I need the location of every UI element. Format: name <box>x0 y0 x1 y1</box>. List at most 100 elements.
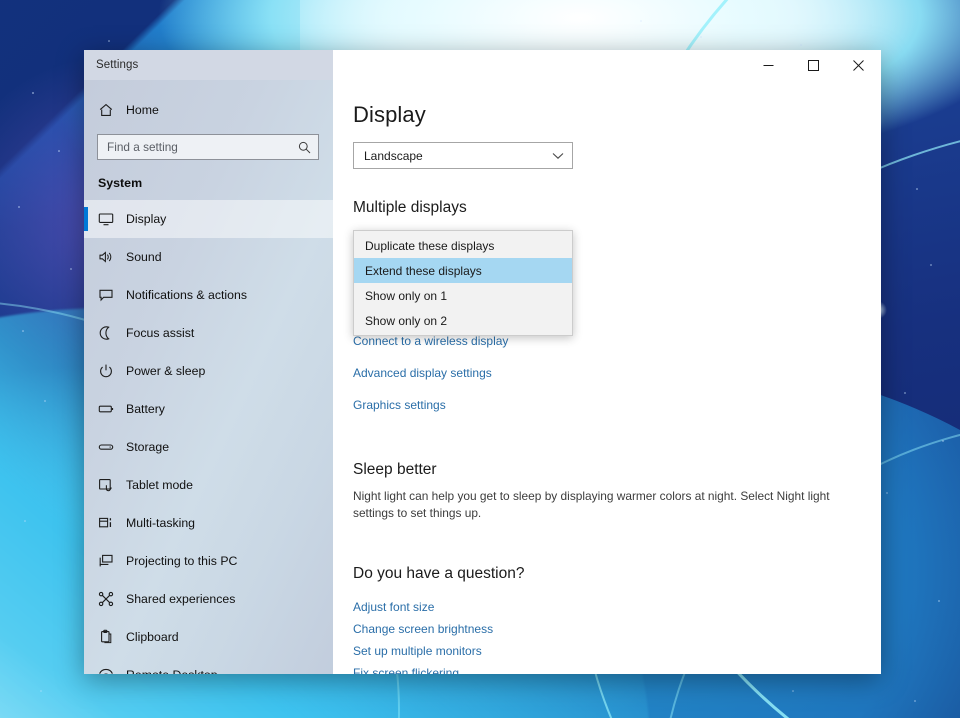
orientation-select[interactable]: Landscape <box>353 142 573 169</box>
sidebar-item-remote-desktop-label: Remote Desktop <box>126 668 218 674</box>
wallpaper-star <box>32 92 34 94</box>
sidebar-item-battery[interactable]: Battery <box>84 390 333 428</box>
sleep-better-heading: Sleep better <box>353 461 437 478</box>
power-icon <box>98 363 126 379</box>
multiple-displays-dropdown[interactable]: Duplicate these displays Extend these di… <box>353 230 573 336</box>
question-links: Adjust font size Change screen brightnes… <box>353 596 881 675</box>
sidebar-item-shared-experiences[interactable]: Shared experiences <box>84 580 333 618</box>
sidebar-item-clipboard-label: Clipboard <box>126 630 179 644</box>
battery-icon <box>98 401 126 417</box>
multitasking-icon <box>98 515 126 531</box>
close-icon <box>853 59 864 71</box>
window-title: Settings <box>96 59 139 71</box>
maximize-icon <box>808 59 819 71</box>
wallpaper-star <box>904 392 906 394</box>
link-connect-wireless-display[interactable]: Connect to a wireless display <box>353 334 508 348</box>
monitor-icon <box>98 211 126 227</box>
wallpaper-star <box>40 690 42 692</box>
sidebar-item-projecting-label: Projecting to this PC <box>126 554 238 568</box>
wallpaper-star <box>800 44 802 46</box>
sleep-better-body: Night light can help you get to sleep by… <box>353 489 830 521</box>
wallpaper-star <box>942 440 944 442</box>
link-set-up-multiple-monitors[interactable]: Set up multiple monitors <box>353 644 482 658</box>
sidebar-item-storage[interactable]: Storage <box>84 428 333 466</box>
wallpaper-star <box>18 206 20 208</box>
wallpaper-star <box>22 330 24 332</box>
sidebar-item-tablet-mode-label: Tablet mode <box>126 478 193 492</box>
sidebar-item-home-label: Home <box>126 103 159 117</box>
chevron-down-icon <box>552 152 564 160</box>
minimize-icon <box>763 64 774 66</box>
multiple-displays-links: Connect to a wireless display Advanced d… <box>353 325 881 421</box>
sidebar-item-sound-label: Sound <box>126 250 162 264</box>
minimize-button[interactable] <box>746 50 791 80</box>
sidebar-item-display[interactable]: Display <box>84 200 333 238</box>
link-advanced-display-settings[interactable]: Advanced display settings <box>353 366 492 380</box>
window-titlebar[interactable]: Settings <box>84 50 881 80</box>
page-title: Display <box>353 102 426 127</box>
search-icon[interactable] <box>298 141 311 154</box>
multiple-displays-section: Multiple displays Duplicate these displa… <box>353 199 881 421</box>
question-heading: Do you have a question? <box>353 564 525 582</box>
wallpaper-star <box>914 700 916 702</box>
storage-icon <box>98 439 126 455</box>
maximize-button[interactable] <box>791 50 836 80</box>
projecting-icon <box>98 553 126 569</box>
sidebar-item-storage-label: Storage <box>126 440 170 454</box>
search-container <box>84 134 333 160</box>
link-row-flickering: Fix screen flickering <box>353 662 881 675</box>
settings-sidebar: Home System <box>84 80 333 674</box>
link-row-graphics: Graphics settings <box>353 389 881 421</box>
multiple-displays-heading: Multiple displays <box>353 199 467 216</box>
link-row-advanced: Advanced display settings <box>353 357 881 389</box>
wallpaper-star <box>24 520 26 522</box>
sidebar-item-power-sleep-label: Power & sleep <box>126 364 206 378</box>
sidebar-item-multi-tasking[interactable]: Multi-tasking <box>84 504 333 542</box>
sidebar-scroll-region[interactable]: Home System <box>84 92 333 674</box>
sidebar-item-home[interactable]: Home <box>84 92 333 128</box>
wallpaper-star <box>886 492 888 494</box>
settings-window: Settings Home Find a setting System Disp… <box>84 50 881 674</box>
window-controls <box>333 50 881 80</box>
sidebar-item-focus-assist[interactable]: Focus assist <box>84 314 333 352</box>
wallpaper-star <box>700 36 702 38</box>
link-fix-screen-flickering[interactable]: Fix screen flickering <box>353 666 459 675</box>
sidebar-item-battery-label: Battery <box>126 402 165 416</box>
sidebar-item-tablet-mode[interactable]: Tablet mode <box>84 466 333 504</box>
dropdown-option-show-only-1[interactable]: Show only on 1 <box>354 283 572 308</box>
sidebar-item-multi-tasking-label: Multi-tasking <box>126 516 196 530</box>
sidebar-item-notifications-label: Notifications & actions <box>126 288 247 302</box>
moon-icon <box>98 325 126 341</box>
question-section: Do you have a question? Adjust font size… <box>353 565 881 675</box>
dropdown-option-duplicate[interactable]: Duplicate these displays <box>354 233 572 258</box>
wallpaper-star <box>44 400 46 402</box>
share-icon <box>98 591 126 607</box>
sidebar-item-clipboard[interactable]: Clipboard <box>84 618 333 656</box>
remote-desktop-icon <box>98 667 126 674</box>
link-change-screen-brightness[interactable]: Change screen brightness <box>353 622 493 636</box>
sidebar-item-projecting[interactable]: Projecting to this PC <box>84 542 333 580</box>
titlebar-left-region: Settings <box>84 50 333 80</box>
sidebar-section-title: System <box>98 176 143 190</box>
wallpaper-star <box>640 20 642 22</box>
wallpaper-star <box>930 264 932 266</box>
wallpaper-star <box>916 188 918 190</box>
sidebar-item-sound[interactable]: Sound <box>84 238 333 276</box>
sidebar-item-notifications[interactable]: Notifications & actions <box>84 276 333 314</box>
sidebar-item-remote-desktop[interactable]: Remote Desktop <box>84 656 333 674</box>
wallpaper-star <box>938 600 940 602</box>
search-input[interactable] <box>107 140 298 154</box>
close-button[interactable] <box>836 50 881 80</box>
dropdown-option-extend[interactable]: Extend these displays <box>354 258 572 283</box>
link-adjust-font-size[interactable]: Adjust font size <box>353 600 434 614</box>
search-box[interactable] <box>97 134 319 160</box>
wallpaper-star <box>70 268 72 270</box>
dropdown-option-show-only-2[interactable]: Show only on 2 <box>354 308 572 333</box>
clipboard-icon <box>98 629 126 645</box>
settings-main-pane: Display Landscape Multiple displays Dupl… <box>333 80 881 674</box>
sidebar-item-display-label: Display <box>126 212 167 226</box>
sidebar-item-focus-assist-label: Focus assist <box>126 326 195 340</box>
sidebar-item-power-sleep[interactable]: Power & sleep <box>84 352 333 390</box>
notification-icon <box>98 287 126 303</box>
link-graphics-settings[interactable]: Graphics settings <box>353 398 446 412</box>
